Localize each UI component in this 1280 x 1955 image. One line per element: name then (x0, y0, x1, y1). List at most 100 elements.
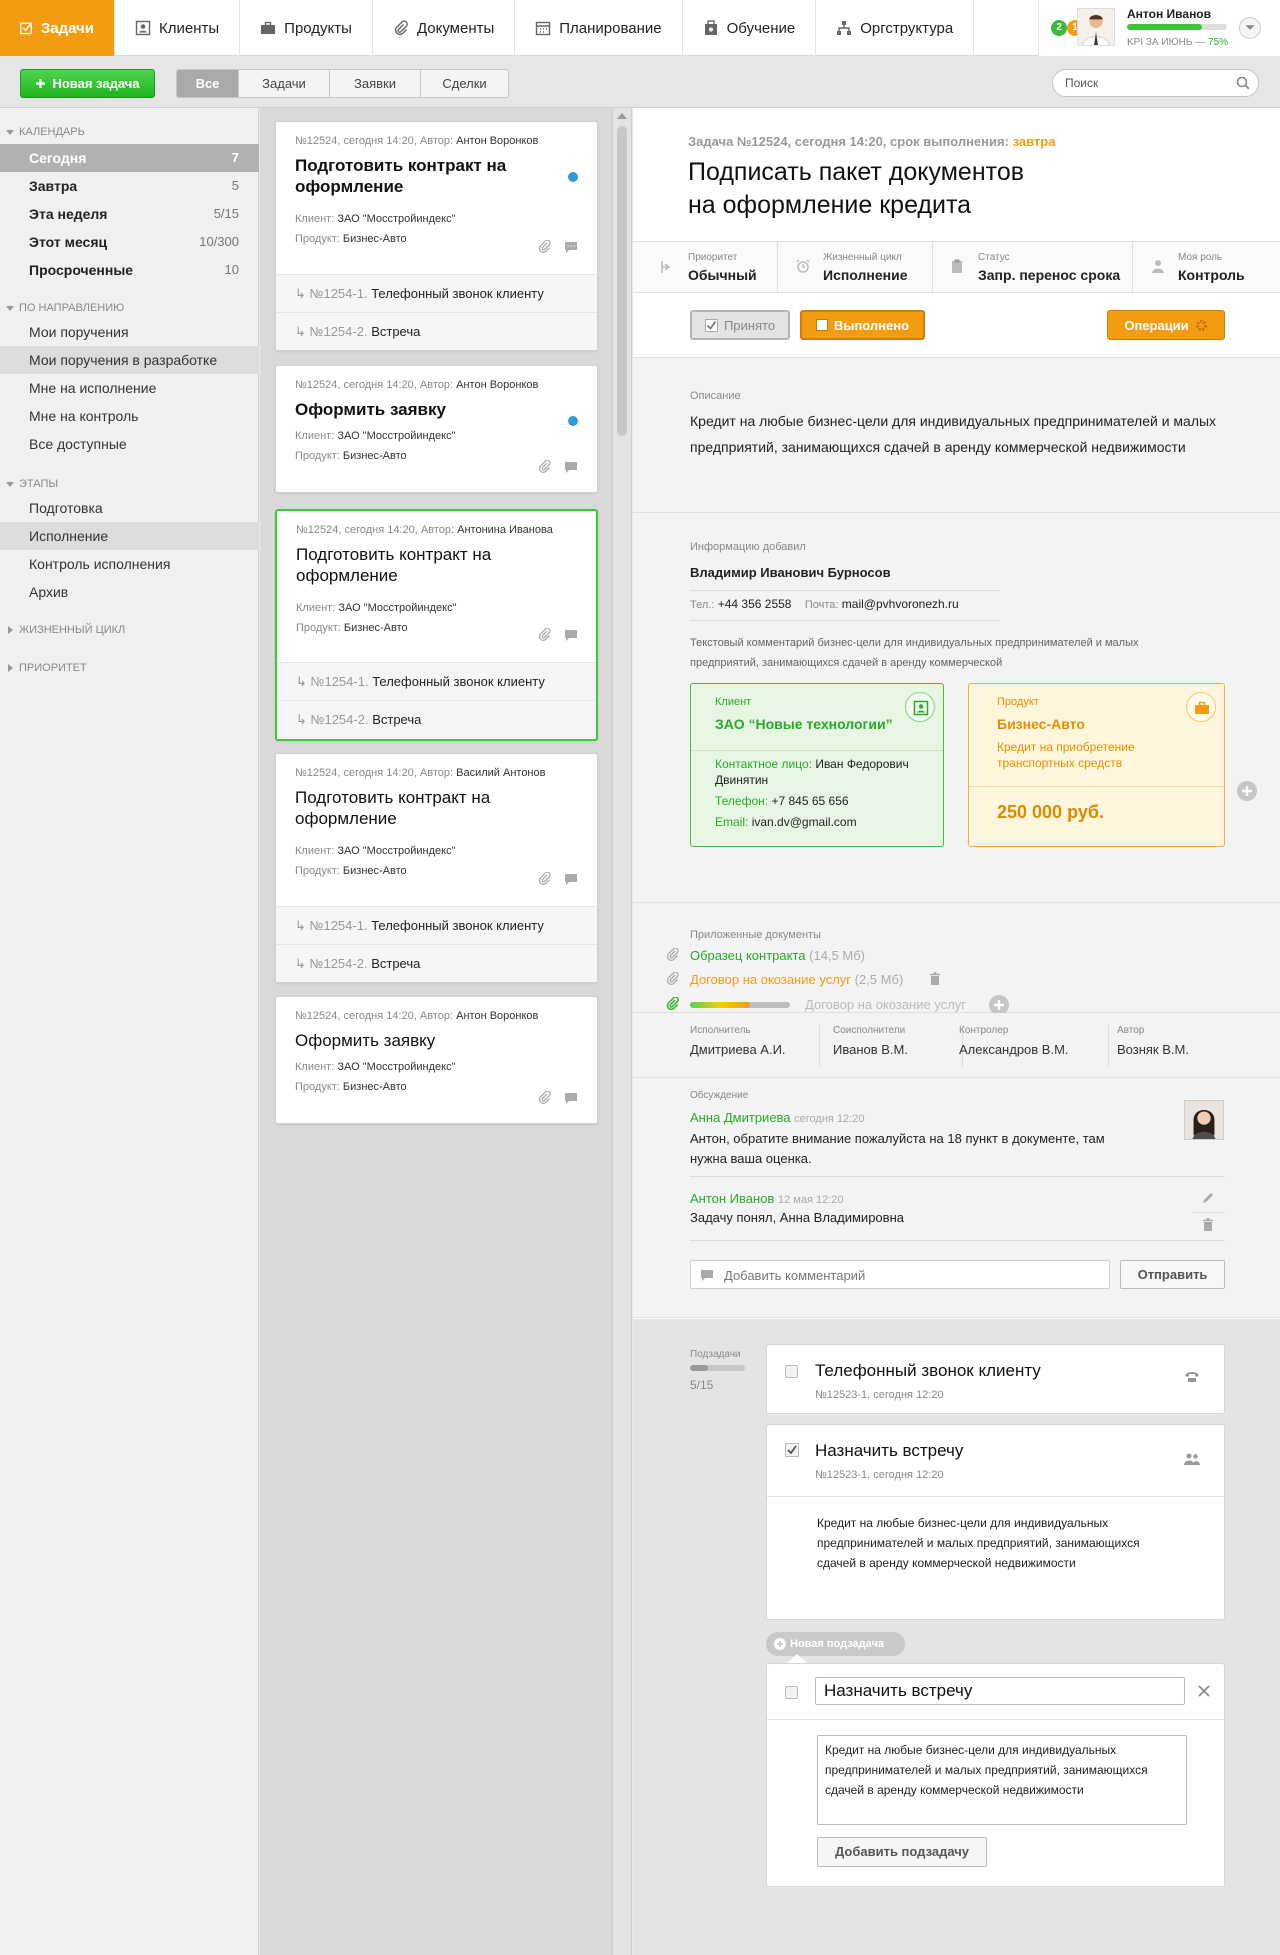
nav-orgstructure[interactable]: Оргструктура (816, 0, 975, 56)
section-calendar[interactable]: Календарь (6, 126, 85, 138)
task-card[interactable]: №12524, сегодня 14:20, Автор: Василий Ан… (275, 753, 598, 983)
section-stages[interactable]: Этапы (6, 478, 58, 490)
sidebar-item-preparation[interactable]: Подготовка (0, 494, 259, 522)
attachment-icon[interactable] (538, 1091, 552, 1105)
sidebar-item-this-week[interactable]: Эта неделя 5/15 (0, 200, 259, 228)
subtask-row[interactable]: ↳ №1254-1. Телефонный звонок клиенту (276, 274, 597, 312)
nav-products[interactable]: Продукты (240, 0, 373, 56)
comment-icon[interactable] (564, 240, 578, 254)
comment-icon[interactable] (564, 628, 578, 642)
sidebar-item-execution-control[interactable]: Контроль исполнения (0, 550, 259, 578)
nav-documents[interactable]: Документы (373, 0, 516, 56)
sidebar-item-this-month[interactable]: Этот месяц 10/300 (0, 228, 259, 256)
filter-requests[interactable]: Заявки (330, 70, 421, 97)
prop-status[interactable]: Статус Запр. перенос срока (933, 242, 1133, 293)
done-button[interactable]: Выполнено (800, 310, 925, 340)
person-coexecutors[interactable]: Соисполнители Иванов В.М. (833, 1025, 963, 1067)
nav-planning[interactable]: Планирование (515, 0, 683, 56)
doc-link[interactable]: Договор на окозание услуг (690, 972, 851, 987)
filter-all[interactable]: Все (177, 70, 239, 97)
sidebar-item-my-orders-dev[interactable]: Мои поручения в разработке (0, 346, 259, 374)
close-icon[interactable] (1198, 1685, 1210, 1697)
mail-value[interactable]: mail@pvhvoronezh.ru (842, 597, 959, 611)
attachment-icon[interactable] (538, 240, 552, 254)
nav-tasks[interactable]: Задачи (0, 0, 115, 56)
task-card[interactable]: №12524, сегодня 14:20, Автор: Антон Воро… (275, 121, 598, 351)
person-executor[interactable]: Исполнитель Дмитриева А.И. (690, 1025, 820, 1067)
comment-author[interactable]: Антон Иванов (690, 1191, 774, 1206)
card-title[interactable]: Подготовить контракт на оформление (277, 536, 596, 586)
subtask-checkbox[interactable] (785, 1365, 798, 1378)
section-lifecycle[interactable]: Жизненный цикл (6, 624, 125, 636)
send-button[interactable]: Отправить (1120, 1260, 1225, 1289)
sidebar-item-for-execution[interactable]: Мне на исполнение (0, 374, 259, 402)
scroll-up-icon[interactable] (617, 112, 627, 120)
sidebar-item-execution[interactable]: Исполнение (0, 522, 259, 550)
new-task-button[interactable]: Новая задача (20, 69, 155, 98)
scroll-thumb[interactable] (617, 126, 627, 436)
add-card-plus-icon[interactable] (1237, 781, 1257, 801)
subtask-row[interactable]: ↳ №1254-2. Встреча (277, 700, 596, 738)
client-info-card[interactable]: Клиент ЗАО “Новые технологии” Контактное… (690, 683, 944, 847)
task-card[interactable]: №12524, сегодня 14:20, Автор: Антон Воро… (275, 996, 598, 1124)
subtask-row[interactable]: ↳ №1254-1. Телефонный звонок клиенту (277, 662, 596, 700)
attachment-icon[interactable] (538, 628, 552, 642)
search-input[interactable]: Поиск (1052, 69, 1259, 97)
filter-tasks[interactable]: Задачи (239, 70, 330, 97)
nav-clients[interactable]: Клиенты (115, 0, 241, 56)
doc-link[interactable]: Образец контракта (690, 948, 806, 963)
subtask-card[interactable]: Телефонный звонок клиенту №12523-1, сего… (766, 1344, 1225, 1414)
trash-icon[interactable] (929, 972, 941, 986)
pencil-icon[interactable] (1201, 1191, 1215, 1205)
operations-button[interactable]: Операции (1107, 310, 1225, 340)
user-menu-chevron-icon[interactable] (1239, 17, 1261, 39)
sidebar-item-my-orders[interactable]: Мои поручения (0, 318, 259, 346)
subtask-title[interactable]: Телефонный звонок клиенту (815, 1361, 1041, 1381)
trash-icon[interactable] (1202, 1218, 1214, 1232)
task-card[interactable]: №12524, сегодня 14:20, Автор: Антон Воро… (275, 365, 598, 493)
prop-lifecycle[interactable]: Жизненный цикл Исполнение (778, 242, 933, 293)
sidebar-item-archive[interactable]: Архив (0, 578, 259, 606)
subtask-desc-input[interactable]: Кредит на любые бизнес-цели для индивиду… (817, 1735, 1187, 1825)
accepted-button[interactable]: Принято (690, 310, 790, 340)
product-info-card[interactable]: Продукт Бизнес-Авто Кредит на приобретен… (968, 683, 1225, 847)
sidebar-item-tomorrow[interactable]: Завтра 5 (0, 172, 259, 200)
attachment-icon[interactable] (538, 460, 552, 474)
subtask-row[interactable]: ↳ №1254-2. Встреча (276, 312, 597, 350)
comment-icon[interactable] (564, 872, 578, 886)
sidebar-item-for-control[interactable]: Мне на контроль (0, 402, 259, 430)
subtask-title[interactable]: Назначить встречу (815, 1441, 963, 1461)
scrollbar[interactable] (612, 108, 632, 1955)
person-author[interactable]: Автор Возняк В.М. (1117, 1025, 1247, 1067)
subtask-checkbox-checked-icon[interactable] (785, 1443, 799, 1457)
add-document-plus-icon[interactable] (989, 995, 1009, 1015)
section-priority[interactable]: Приоритет (6, 662, 87, 674)
add-subtask-button[interactable]: Добавить подзадачу (817, 1837, 987, 1867)
sidebar-item-overdue[interactable]: Просроченные 10 (0, 256, 259, 284)
card-title[interactable]: Оформить заявку (276, 391, 597, 420)
nav-learning[interactable]: Обучение (683, 0, 817, 56)
card-title[interactable]: Подготовить контракт на оформление (276, 779, 597, 829)
user-panel[interactable]: 2 1 Антон Иванов KPI ЗА ИЮНЬ — 75% (1038, 0, 1280, 56)
prop-priority[interactable]: Приоритет Обычный (633, 242, 778, 293)
comment-icon[interactable] (564, 1091, 578, 1105)
attachment-icon[interactable] (538, 872, 552, 886)
subtask-row[interactable]: ↳ №1254-2. Встреча (276, 944, 597, 982)
subtask-card-expanded[interactable]: Назначить встречу №12523-1, сегодня 12:2… (766, 1424, 1225, 1620)
comment-icon[interactable] (564, 460, 578, 474)
comment-input[interactable]: Добавить комментарий (690, 1260, 1110, 1289)
card-title[interactable]: Оформить заявку (276, 1022, 597, 1051)
filter-deals[interactable]: Сделки (421, 70, 508, 97)
card-title[interactable]: Подготовить контракт на оформление (276, 147, 597, 197)
subtask-row[interactable]: ↳ №1254-1. Телефонный звонок клиенту (276, 906, 597, 944)
section-direction[interactable]: По направлению (6, 302, 124, 314)
subtask-title-input[interactable]: Назначить встречу (815, 1677, 1185, 1705)
new-subtask-button[interactable]: Новая подзадача (766, 1632, 905, 1656)
email-value[interactable]: ivan.dv@gmail.com (752, 815, 857, 829)
notification-badge[interactable]: 2 (1051, 20, 1067, 36)
comment-author[interactable]: Анна Дмитриева (690, 1110, 791, 1125)
person-controller[interactable]: Контролер Александров В.М. (959, 1025, 1109, 1067)
prop-role[interactable]: Моя роль Контроль (1133, 242, 1280, 293)
subtask-checkbox[interactable] (785, 1686, 798, 1699)
sidebar-item-today[interactable]: Сегодня 7 (0, 144, 259, 172)
